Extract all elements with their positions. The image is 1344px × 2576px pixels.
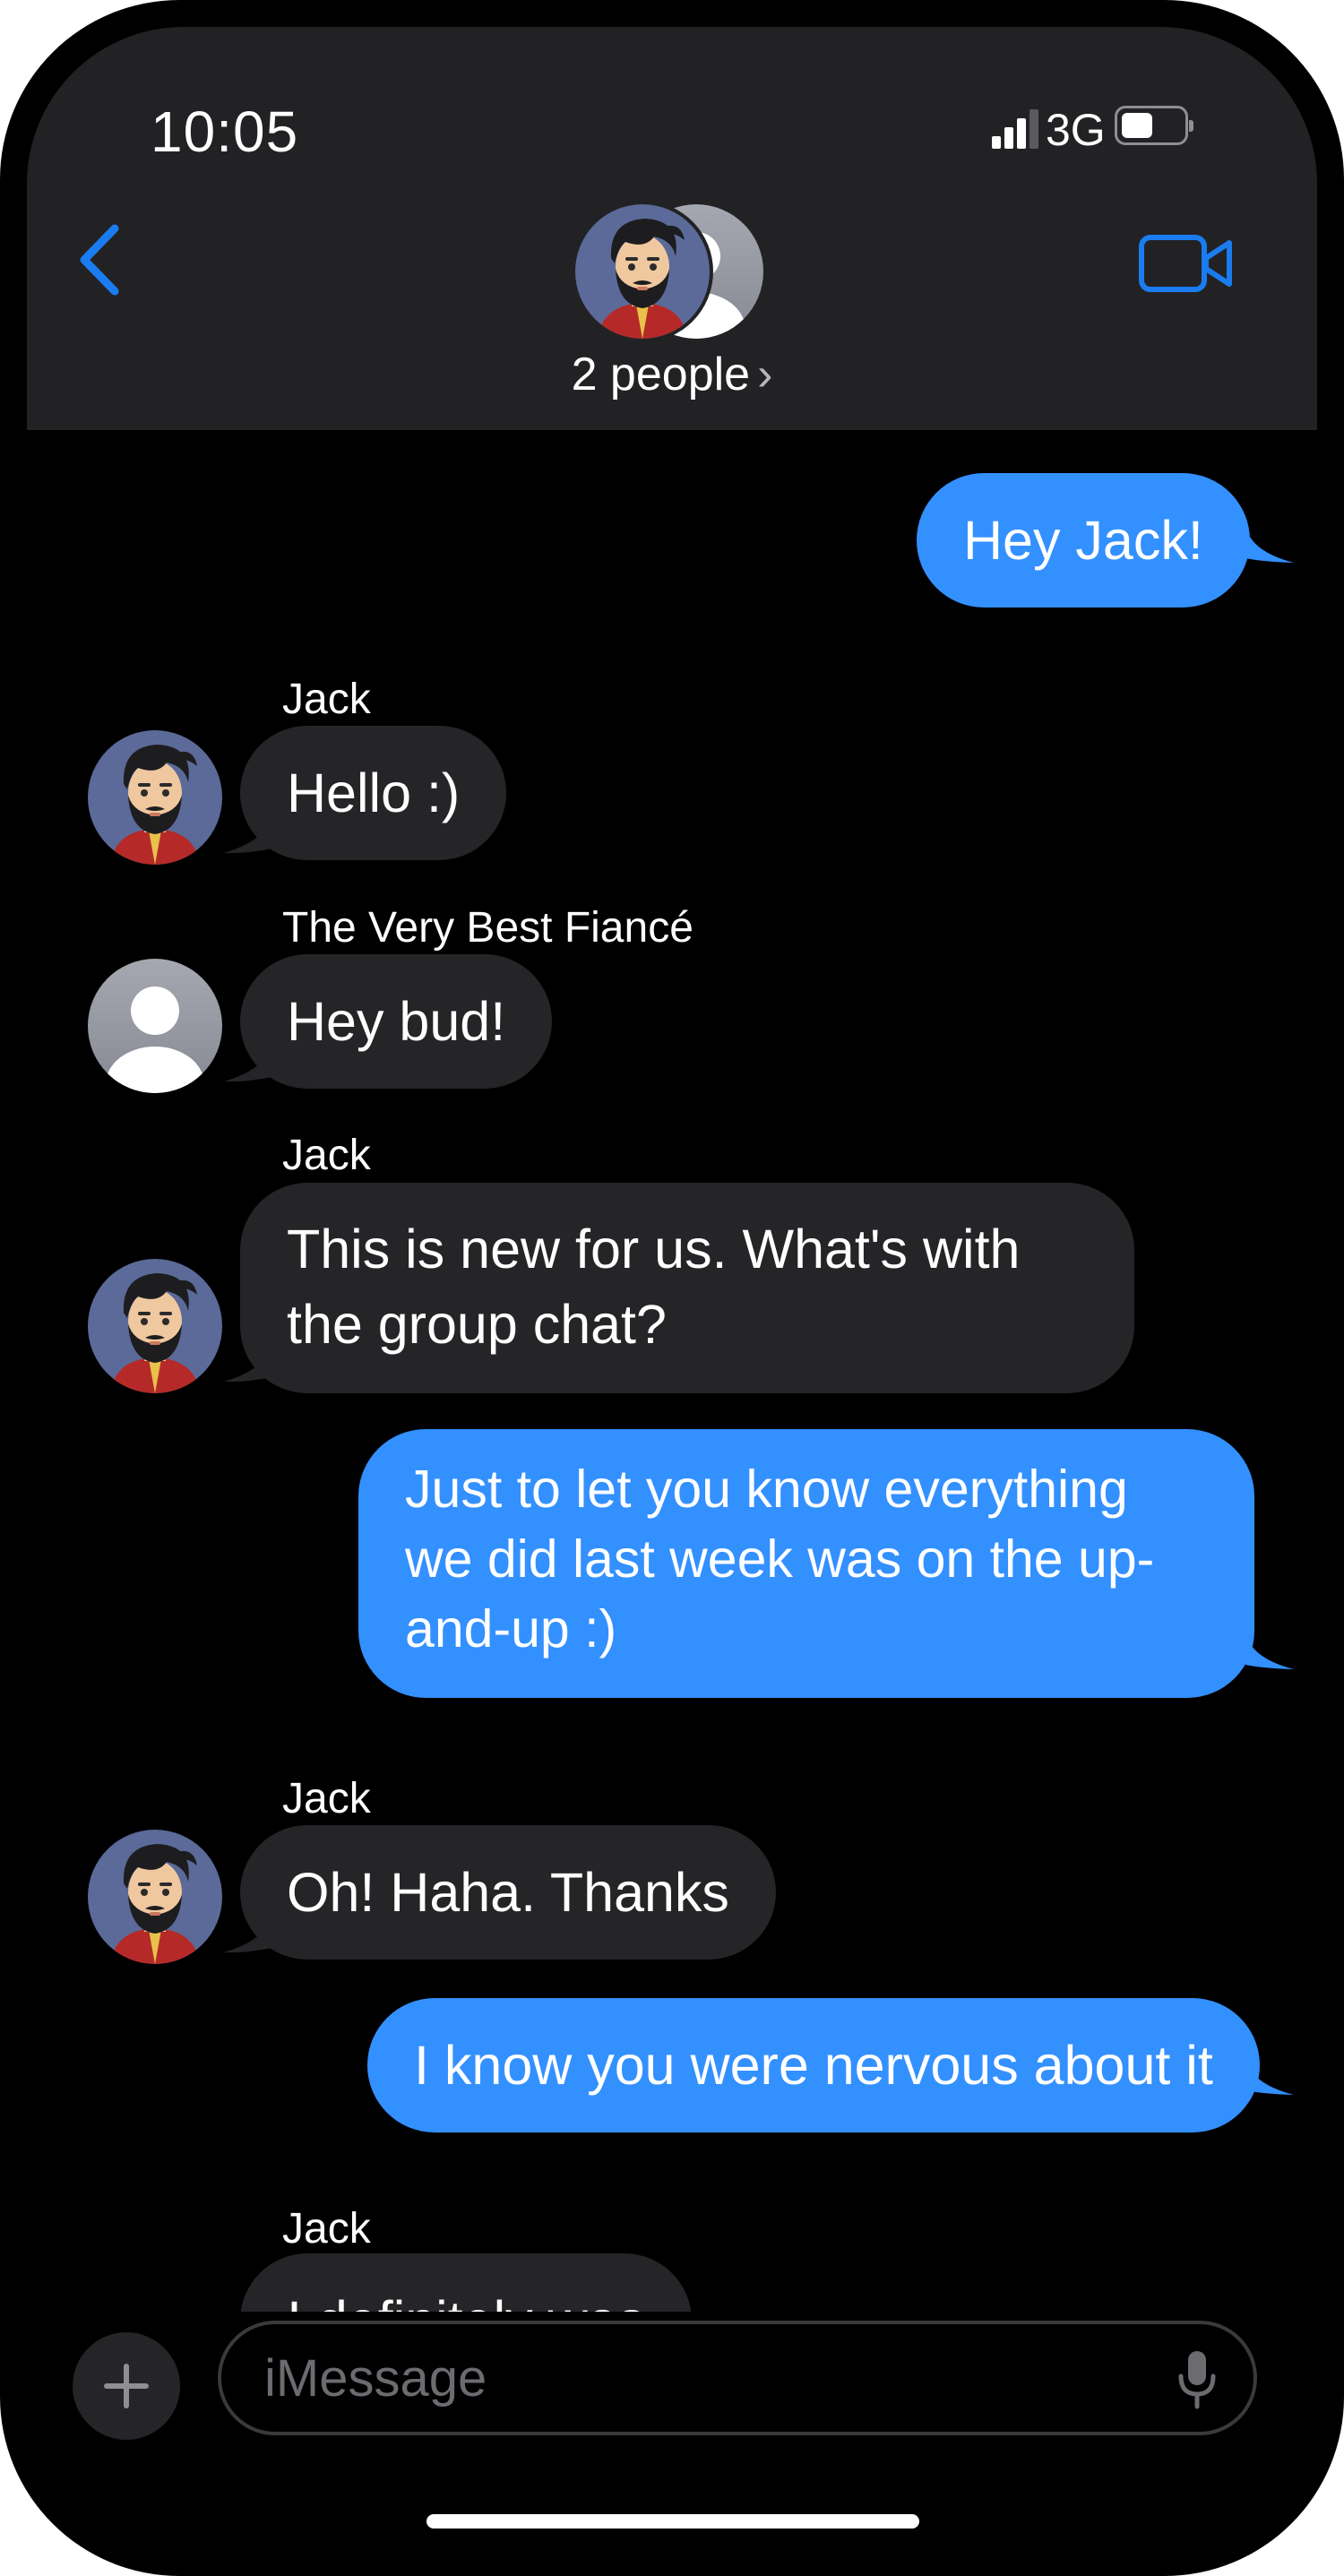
status-time: 10:05 [151,99,299,164]
back-button[interactable] [72,215,134,305]
plus-icon [104,2364,149,2408]
message-input[interactable] [218,2321,1257,2435]
message-bubble[interactable]: Oh! Haha. Thanks [240,1825,776,1960]
sender-name: Jack [282,1132,371,1179]
screen: 10:05 3G 2 people › Hey Jack! Jack Hello… [27,27,1317,2549]
video-camera-icon [1139,235,1232,292]
people-label: 2 people [571,349,751,401]
sender-name: Jack [282,1775,371,1822]
bubble-tail [1245,1631,1294,1669]
bubble-tail [1245,524,1294,563]
sender-name: Jack [282,2205,371,2253]
jack-avatar[interactable] [88,1830,222,1964]
jack-avatar[interactable] [88,1259,222,1393]
sender-name: Jack [282,676,371,723]
jack-avatar [575,204,710,339]
people-link[interactable]: 2 people › [27,348,1317,401]
message-thread[interactable]: Hey Jack! Jack Hello :) The Very Best Fi… [27,430,1317,2312]
message-bubble[interactable]: This is new for us. What's with the grou… [240,1183,1134,1393]
microphone-icon[interactable] [1176,2348,1219,2412]
jack-avatar[interactable] [88,730,222,865]
message-bubble[interactable]: Hey Jack! [917,473,1250,607]
message-bubble[interactable]: Just to let you know everything we did l… [358,1429,1254,1698]
signal-strength-icon [992,108,1038,149]
chevron-left-icon [80,224,119,296]
conversation-header: 10:05 3G 2 people › [27,27,1317,430]
battery-icon [1115,106,1193,145]
home-indicator[interactable] [426,2514,919,2529]
sender-name: The Very Best Fiancé [282,904,694,952]
message-bubble[interactable]: I know you were nervous about it [367,1998,1260,2132]
group-avatar[interactable] [572,197,771,349]
chevron-right-icon: › [757,349,773,401]
phone-frame: 10:05 3G 2 people › Hey Jack! Jack Hello… [0,0,1344,2576]
message-bubble[interactable]: Hey bud! [240,954,553,1089]
contact-avatar[interactable] [88,959,222,1093]
network-type: 3G [1046,105,1106,155]
facetime-video-button[interactable] [1138,228,1236,300]
apps-plus-button[interactable] [73,2332,180,2440]
message-bubble[interactable]: I definitely was [240,2253,693,2312]
message-bubble[interactable]: Hello :) [240,726,507,860]
